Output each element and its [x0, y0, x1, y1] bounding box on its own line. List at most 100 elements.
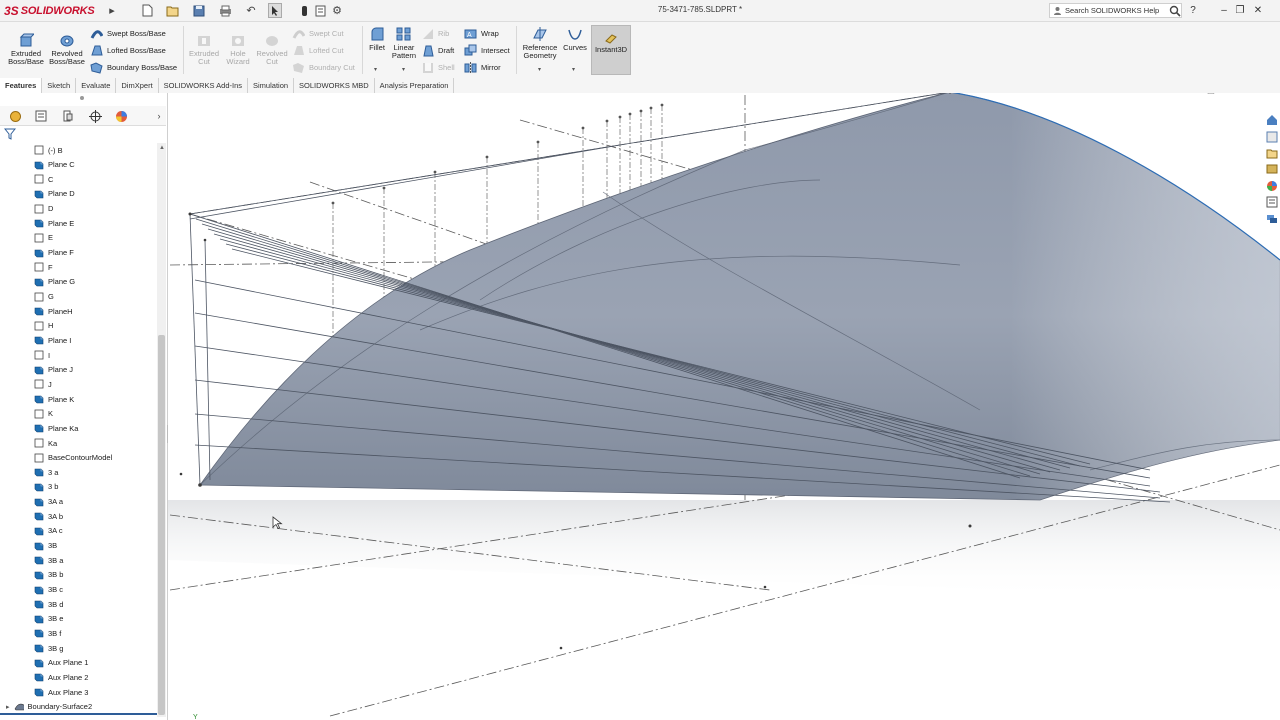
display-manager-tab-icon[interactable] — [112, 108, 130, 124]
undo-icon[interactable]: ↶ — [242, 3, 260, 18]
dimxpert-manager-tab-icon[interactable] — [86, 108, 104, 124]
viewport-minimize-icon[interactable]: – — [1221, 93, 1226, 96]
swept-cut-button[interactable]: Swept Cut — [292, 26, 344, 40]
close-window-icon[interactable]: ✕ — [1251, 3, 1265, 18]
tree-item[interactable]: Plane E — [34, 216, 74, 230]
tree-item[interactable]: Aux Plane 2 — [34, 670, 88, 684]
tree-item[interactable]: F — [34, 260, 53, 274]
solidworks-logo[interactable]: 3S SOLIDWORKS — [4, 2, 104, 20]
viewport-restore-icon[interactable]: ❐ — [1232, 93, 1240, 96]
feature-tree-tab-icon[interactable] — [6, 108, 24, 124]
tree-item[interactable]: 3B c — [34, 583, 63, 597]
tab-analysis-preparation[interactable]: Analysis Preparation — [375, 78, 455, 93]
viewport-link-icon[interactable]: ▢ — [1206, 93, 1215, 96]
fillet-dropdown-icon[interactable]: ▾ — [374, 66, 377, 73]
configuration-manager-tab-icon[interactable] — [59, 108, 77, 124]
rib-button[interactable]: Rib — [421, 26, 449, 40]
custom-properties-icon[interactable] — [1264, 195, 1279, 209]
appearances-icon[interactable] — [1264, 179, 1279, 193]
tree-item[interactable]: 3B f — [34, 626, 61, 640]
viewport-close-icon[interactable]: ✕ — [1246, 93, 1254, 96]
tree-item[interactable]: Plane K — [34, 392, 74, 406]
lofted-cut-button[interactable]: Lofted Cut — [292, 43, 344, 57]
tree-item[interactable]: Plane G — [34, 275, 75, 289]
options-gear-icon[interactable]: ⚙ — [330, 3, 344, 18]
tree-item[interactable]: H — [34, 319, 53, 333]
tree-item[interactable]: Plane Ka — [34, 421, 78, 435]
tree-item[interactable]: D — [34, 202, 53, 216]
panel-expand-arrow-icon[interactable]: › — [150, 108, 168, 124]
expand-arrow-icon[interactable]: ▸ — [6, 703, 10, 711]
tree-item[interactable]: 3B a — [34, 553, 63, 567]
tree-item[interactable]: 3 a — [34, 465, 58, 479]
pattern-dropdown-icon[interactable]: ▾ — [402, 66, 405, 73]
tree-item[interactable]: 3B — [34, 539, 57, 553]
mirror-button[interactable]: Mirror — [464, 60, 501, 74]
file-explorer-icon[interactable] — [1264, 146, 1279, 160]
tab-features[interactable]: Features — [0, 78, 43, 93]
select-pointer-icon[interactable] — [268, 3, 282, 18]
view-palette-icon[interactable] — [1264, 162, 1279, 176]
tree-scrollbar-thumb[interactable] — [158, 335, 165, 715]
help-question-icon[interactable]: ? — [1186, 3, 1200, 18]
zoom-to-area-icon[interactable]: ⊕ — [620, 93, 636, 95]
shell-button[interactable]: Shell — [421, 60, 455, 74]
tree-item[interactable]: 3B g — [34, 641, 63, 655]
hide-show-items-icon[interactable]: ◉ — [722, 93, 744, 95]
tree-item[interactable]: J — [34, 377, 52, 391]
tree-item[interactable]: Plane C — [34, 158, 75, 172]
revolved-boss-button[interactable]: Revolved Boss/Base — [47, 32, 87, 66]
tree-item[interactable]: E — [34, 231, 53, 245]
tree-item[interactable]: Plane D — [34, 187, 75, 201]
wrap-button[interactable]: A Wrap — [464, 26, 499, 40]
tree-item[interactable]: C — [34, 172, 53, 186]
zoom-to-fit-icon[interactable]: ⌕ — [604, 93, 620, 95]
tree-item[interactable]: G — [34, 290, 54, 304]
revolved-cut-button[interactable]: Revolved Cut — [254, 32, 290, 66]
tree-item[interactable]: (-) B — [34, 143, 63, 157]
tree-item[interactable]: 3B b — [34, 568, 63, 582]
tab-addins[interactable]: SOLIDWORKS Add-Ins — [159, 78, 249, 93]
tree-item[interactable]: Plane J — [34, 363, 73, 377]
apply-scene-icon[interactable]: ◈ — [760, 93, 782, 95]
boundary-boss-button[interactable]: Boundary Boss/Base — [90, 60, 177, 74]
view-orientation-icon[interactable]: ❒ — [684, 93, 700, 95]
tree-item[interactable]: Ka — [34, 436, 57, 450]
tab-mbd[interactable]: SOLIDWORKS MBD — [294, 78, 375, 93]
extruded-cut-button[interactable]: Extruded Cut — [186, 32, 222, 66]
display-style-icon[interactable]: ▣ — [700, 93, 722, 95]
tree-item[interactable]: 3A c — [34, 524, 63, 538]
design-library-icon[interactable] — [1264, 129, 1279, 143]
tree-item[interactable]: Plane F — [34, 246, 74, 260]
tree-item[interactable]: PlaneH — [34, 304, 73, 318]
extruded-boss-button[interactable]: Extruded Boss/Base — [6, 32, 46, 66]
edit-appearance-icon[interactable]: ● — [744, 93, 760, 95]
tab-simulation[interactable]: Simulation — [248, 78, 295, 93]
property-manager-tab-icon[interactable] — [32, 108, 50, 124]
hole-wizard-button[interactable]: Hole Wizard — [220, 32, 256, 66]
tab-sketch[interactable]: Sketch — [42, 78, 77, 93]
file-properties-icon[interactable] — [313, 3, 327, 18]
minimize-window-icon[interactable]: – — [1217, 3, 1231, 18]
tree-item[interactable]: I — [34, 348, 50, 362]
tree-item[interactable]: Aux Plane 1 — [34, 656, 88, 670]
search-help-box[interactable]: Search SOLIDWORKS Help — [1049, 3, 1182, 18]
reference-geometry-button[interactable]: Reference Geometry — [519, 26, 561, 60]
restore-window-icon[interactable]: ❐ — [1233, 3, 1247, 18]
instant3d-button[interactable]: Instant3D — [592, 32, 630, 54]
linear-pattern-button[interactable]: Linear Pattern — [390, 26, 418, 60]
graphics-area[interactable]: Y ⌕ ⊕ ◩ ◧ ✥ ❒ ▣ ◉ ● ◈ ▭ ⧉ ▢ – ❐ ✕ — [168, 93, 1280, 720]
rebuild-icon[interactable] — [299, 3, 309, 18]
viewport-split-icon[interactable]: ⧉ — [1194, 93, 1200, 96]
curves-button[interactable]: Curves — [562, 26, 588, 52]
boundary-cut-button[interactable]: Boundary Cut — [292, 60, 355, 74]
lofted-boss-button[interactable]: Lofted Boss/Base — [90, 43, 166, 57]
filter-icon[interactable] — [4, 128, 16, 140]
draft-button[interactable]: Draft — [421, 43, 454, 57]
previous-view-icon[interactable]: ◩ — [636, 93, 652, 95]
menu-expand-arrow-icon[interactable]: ▸ — [107, 3, 117, 18]
swept-boss-button[interactable]: Swept Boss/Base — [90, 26, 166, 40]
tree-item[interactable]: ▸ Boundary-Surface2 — [6, 700, 92, 714]
print-icon[interactable] — [216, 3, 234, 18]
tree-item[interactable]: Plane I — [34, 333, 71, 347]
